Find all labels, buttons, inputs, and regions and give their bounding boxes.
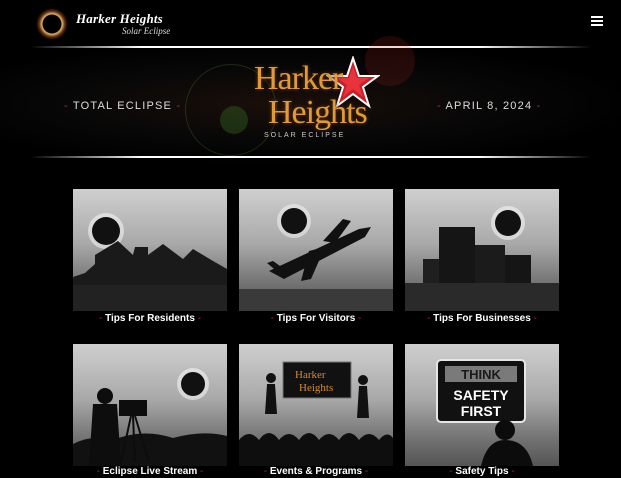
hero-right-caption: - APRIL 8, 2024 - [437, 100, 542, 112]
safety-sign-line3: FIRST [461, 403, 502, 419]
tile-image [239, 189, 393, 311]
hero-logo: Harker Heights SOLAR ECLIPSE [252, 56, 387, 148]
tile-tips-businesses[interactable]: - Tips For Businesses - [405, 189, 559, 329]
tile-eclipse-live-stream[interactable]: - Eclipse Live Stream - [73, 344, 227, 478]
hero-logo-tagline: SOLAR ECLIPSE [264, 132, 346, 139]
buildings-illustration [405, 206, 559, 311]
safety-sign-line1: THINK [461, 367, 501, 382]
tile-caption: - Tips For Visitors - [270, 313, 362, 324]
top-bar: Harker Heights Solar Eclipse [0, 0, 621, 46]
tile-image: Harker Heights [239, 344, 393, 466]
safety-sign-illustration: THINK SAFETY FIRST [436, 359, 533, 466]
hamburger-icon[interactable] [591, 16, 603, 28]
screen-sign-line1: Harker [295, 369, 326, 381]
hero-divider-top [30, 46, 591, 48]
houses-illustration [73, 213, 227, 311]
screen-sign-line2: Heights [299, 382, 333, 394]
audience-illustration: Harker Heights [239, 361, 393, 466]
tile-caption: - Events & Programs - [263, 466, 369, 477]
tile-safety-tips[interactable]: THINK SAFETY FIRST - Safety Tips - [405, 344, 559, 478]
logo-subtitle: Solar Eclipse [122, 26, 171, 36]
tile-image [405, 189, 559, 311]
tile-tips-visitors[interactable]: - Tips For Visitors - [239, 189, 393, 329]
camera-operator-illustration [73, 368, 227, 466]
eclipse-ring-icon [36, 8, 68, 40]
tile-image: THINK SAFETY FIRST [405, 344, 559, 466]
tile-events-programs[interactable]: Harker Heights - Events & Programs - [239, 344, 393, 478]
airplane-illustration [239, 204, 393, 311]
tile-caption: - Tips For Residents - [98, 313, 202, 324]
hero-divider-bottom [30, 156, 591, 158]
lens-flare-decoration [220, 106, 248, 134]
tile-caption: - Eclipse Live Stream - [96, 466, 204, 477]
tile-tips-residents[interactable]: - Tips For Residents - [73, 189, 227, 329]
tile-image [73, 344, 227, 466]
hero-logo-word1: Harker [254, 60, 343, 97]
tile-caption: - Tips For Businesses - [427, 313, 537, 324]
hero-logo-word2: Heights [268, 94, 368, 131]
site-logo[interactable]: Harker Heights Solar Eclipse [36, 8, 170, 40]
hero-left-caption: - TOTAL ECLIPSE - [64, 100, 182, 112]
hero-banner: - TOTAL ECLIPSE - Harker Heights SOLAR E… [0, 36, 621, 162]
logo-title: Harker Heights [76, 11, 163, 26]
tile-image [73, 189, 227, 311]
safety-sign-line2: SAFETY [453, 387, 509, 403]
tile-caption: - Safety Tips - [449, 466, 515, 477]
